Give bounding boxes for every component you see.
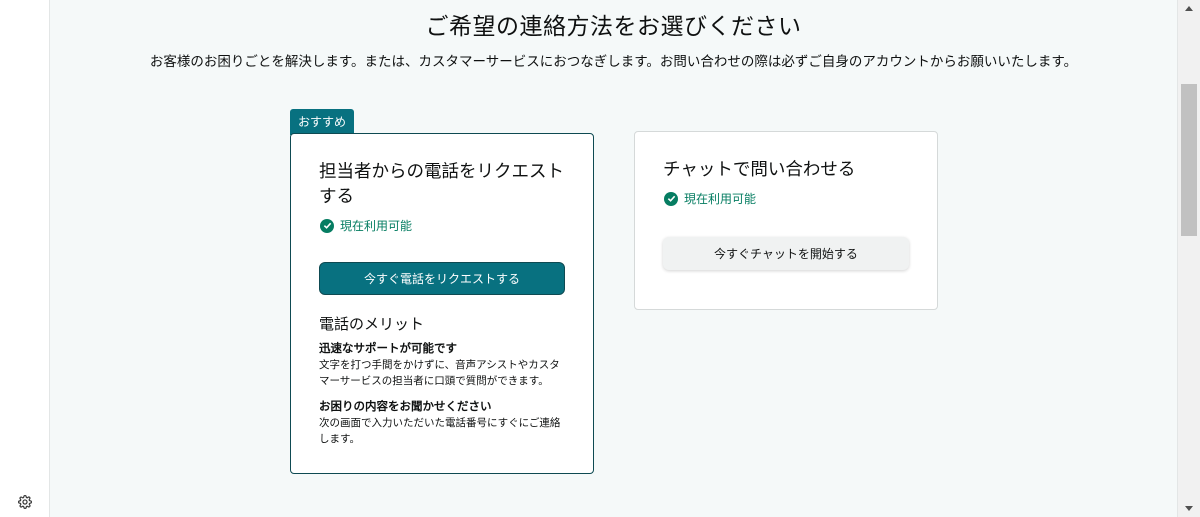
benefit-heading: お困りの内容をお聞かせください [319, 399, 492, 413]
page-title: ご希望の連絡方法をお選びください [425, 14, 802, 40]
chat-availability: 現在利用可能 [664, 190, 756, 207]
main-content: ご希望の連絡方法をお選びください お客様のお困りごとを解決します。または、カスタ… [50, 0, 1177, 517]
start-chat-button[interactable]: 今すぐチャットを開始する [663, 237, 909, 270]
left-rail [0, 0, 50, 517]
recommended-badge: おすすめ [290, 109, 355, 135]
phone-card-title: 担当者からの電話をリクエストする [319, 162, 564, 207]
chat-card: チャットで問い合わせる 現在利用可能 今すぐチャットを開始する [634, 131, 938, 310]
check-circle-icon [664, 191, 678, 206]
benefits-title: 電話のメリット [319, 315, 425, 333]
scroll-thumb[interactable] [1181, 84, 1197, 236]
request-call-button[interactable]: 今すぐ電話をリクエストする [319, 262, 565, 295]
benefit-text: 次の画面で入力いただいた電話番号にすぐにご連絡します。 [319, 417, 561, 445]
phone-availability-label: 現在利用可能 [340, 219, 413, 233]
check-circle-icon [320, 218, 334, 233]
vertical-scrollbar[interactable] [1177, 0, 1200, 517]
scroll-down-arrow-icon[interactable] [1185, 506, 1193, 511]
scroll-up-arrow-icon[interactable] [1185, 6, 1193, 11]
page-description: お客様のお困りごとを解決します。または、カスタマーサービスにおつなぎします。お問… [149, 54, 1078, 70]
benefit-heading: 迅速なサポートが可能です [319, 341, 457, 355]
benefit-text: 文字を打つ手間をかけずに、音声アシストやカスタマーサービスの担当者に口頭で質問が… [319, 359, 560, 387]
chat-card-title: チャットで問い合わせる [663, 160, 856, 180]
chat-availability-label: 現在利用可能 [684, 192, 757, 206]
gear-icon[interactable] [17, 494, 33, 510]
phone-request-card: 担当者からの電話をリクエストする 現在利用可能 今すぐ電話をリクエストする 電話… [290, 133, 594, 474]
phone-availability: 現在利用可能 [320, 217, 412, 234]
